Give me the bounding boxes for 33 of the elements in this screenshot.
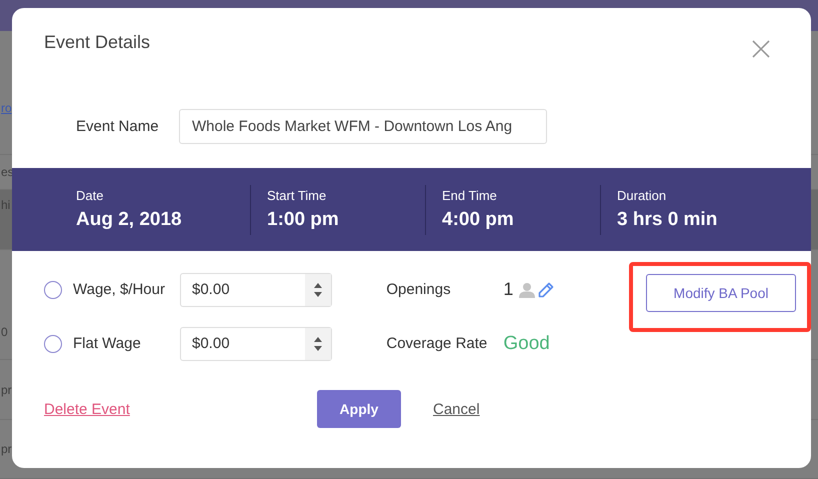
delete-link[interactable]: Delete Event	[44, 400, 317, 418]
field-label: Coverage Rate	[386, 335, 488, 352]
field-label: Event Name	[76, 118, 160, 135]
stepper-icon[interactable]	[305, 274, 331, 306]
pencil-icon[interactable]	[538, 282, 554, 298]
apply-button[interactable]: Apply	[317, 390, 401, 428]
radio-button[interactable]	[44, 334, 62, 352]
summary-value: 4:00 pm	[442, 208, 515, 230]
coverage-status: Good	[503, 332, 550, 354]
text-fragment: pr	[1, 442, 12, 456]
summary-value: 1:00 pm	[267, 208, 340, 230]
summary-label: Date	[76, 188, 104, 202]
summary-label: Duration	[617, 188, 668, 202]
field-label: Openings	[386, 281, 452, 298]
number-field[interactable]: $0.00	[180, 326, 332, 360]
cancel-link[interactable]: Cancel	[433, 400, 480, 418]
openings-count: 1	[503, 279, 514, 300]
summary-value: 3 hrs 0 min	[617, 208, 718, 230]
input-field[interactable]: Whole Foods Market WFM - Downtown Los Ang	[179, 109, 547, 144]
summary-label: Start Time	[267, 188, 328, 202]
radio-button[interactable]	[44, 280, 62, 298]
dialog-title: Event Details	[44, 32, 150, 54]
stepper-icon[interactable]	[305, 328, 331, 360]
summary-label: End Time	[442, 188, 498, 202]
close-icon[interactable]	[752, 40, 770, 58]
modify-pool-button[interactable]: Modify BA Pool	[646, 274, 796, 312]
person-icon	[519, 282, 536, 298]
text-fragment: 0	[1, 325, 8, 339]
text-fragment: pr	[1, 382, 12, 396]
option-label: Flat Wage	[73, 335, 142, 352]
summary-value: Aug 2, 2018	[76, 208, 183, 230]
number-field[interactable]: $0.00	[180, 272, 332, 306]
option-label: Wage, $/Hour	[73, 281, 166, 298]
